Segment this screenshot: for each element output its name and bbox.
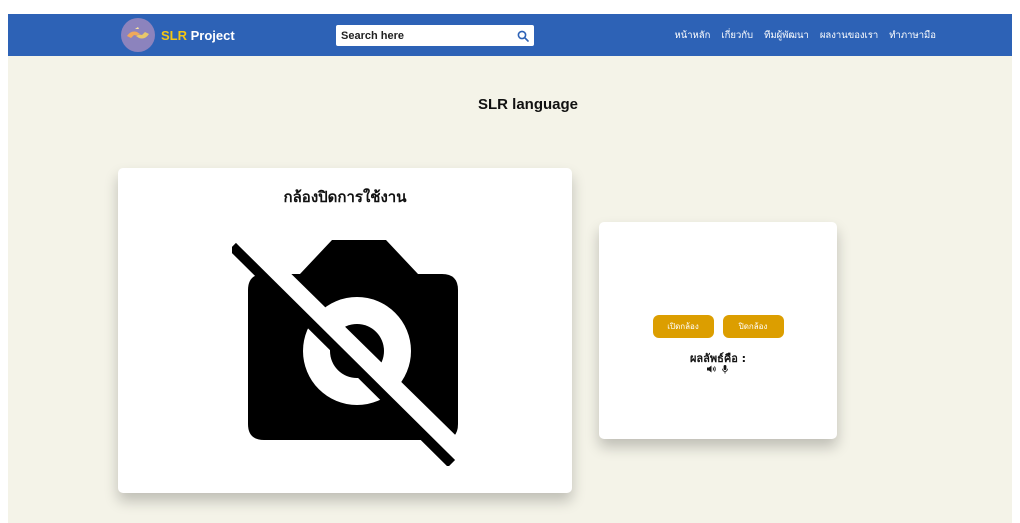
camera-status: กล้องปิดการใช้งาน (283, 188, 407, 206)
camera-card: กล้องปิดการใช้งาน (118, 168, 572, 493)
page-frame: SLR Project หน้าหลัก เกี่ยวกับ ทีมผู้พัฒ… (8, 14, 1012, 523)
close-camera-button[interactable]: ปิดกล้อง (722, 315, 784, 338)
camera-buttons: เปิดกล้อง ปิดกล้อง (599, 315, 837, 338)
nav-link-works[interactable]: ผลงานของเรา (820, 28, 878, 43)
nav-link-sign-language[interactable]: ทำภาษามือ (889, 28, 936, 43)
microphone-icon[interactable] (720, 364, 730, 374)
open-camera-button[interactable]: เปิดกล้อง (652, 315, 714, 338)
camera-off-icon (232, 238, 460, 466)
result-icons (599, 364, 837, 374)
brand-name: SLR Project (161, 28, 235, 43)
nav-link-about[interactable]: เกี่ยวกับ (721, 28, 753, 43)
search-icon[interactable] (514, 27, 531, 44)
control-card: เปิดกล้อง ปิดกล้อง ผลลัพธ์คือ : (599, 222, 837, 439)
brand[interactable]: SLR Project (121, 18, 235, 52)
brand-rest: Project (187, 27, 235, 43)
top-navbar: SLR Project หน้าหลัก เกี่ยวกับ ทีมผู้พัฒ… (8, 14, 1012, 56)
search-box (336, 25, 534, 46)
nav-link-team[interactable]: ทีมผู้พัฒนา (764, 28, 809, 43)
search-input[interactable] (336, 25, 512, 46)
speaker-icon[interactable] (706, 364, 717, 374)
brand-highlight: SLR (161, 27, 187, 43)
page-title: SLR language (477, 96, 578, 113)
hands-sign-logo-icon (121, 18, 155, 52)
nav-links: หน้าหลัก เกี่ยวกับ ทีมผู้พัฒนา ผลงานของเ… (674, 14, 936, 56)
nav-link-home[interactable]: หน้าหลัก (674, 28, 710, 43)
